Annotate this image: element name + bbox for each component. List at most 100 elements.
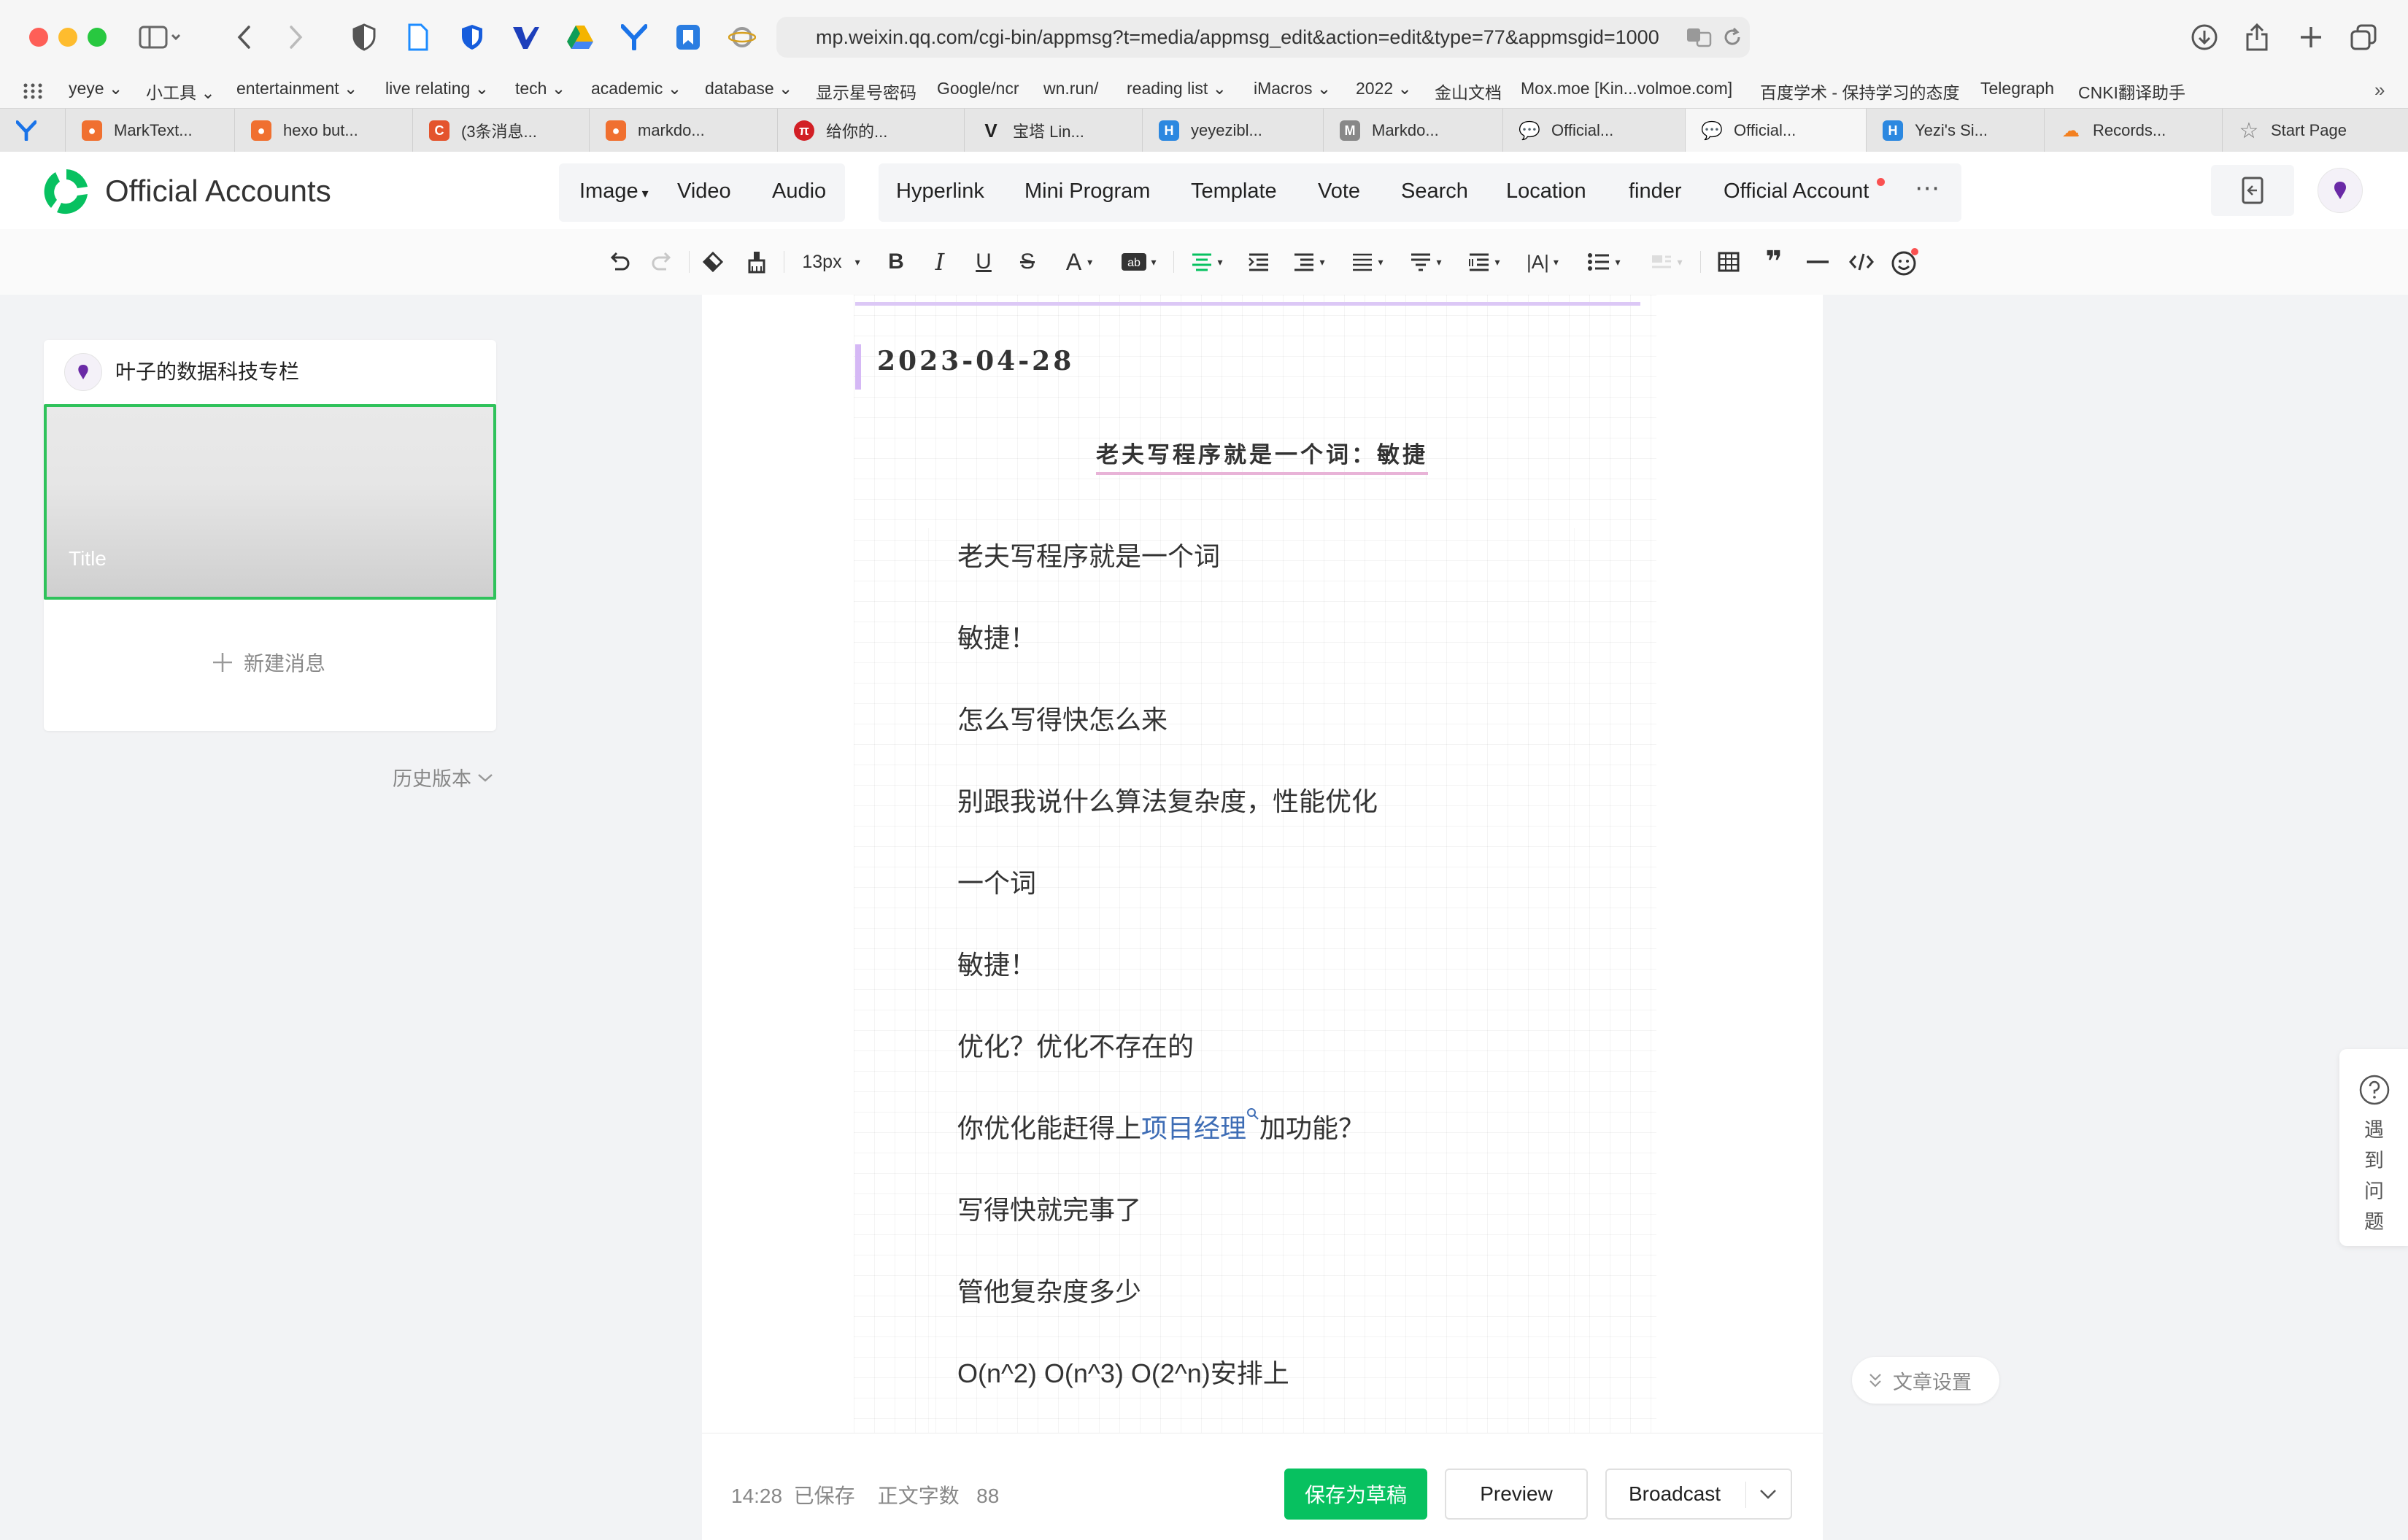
tab-official-1[interactable]: 💬 Official...	[1503, 109, 1686, 152]
switch-view-button[interactable]	[2211, 165, 2294, 216]
tab-hexo[interactable]: ● hexo but...	[235, 109, 413, 152]
bookmark-wn-run[interactable]: wn.run/	[1043, 79, 1098, 98]
bookmark-folder-yeye[interactable]: yeye ⌄	[69, 79, 123, 98]
code-view-icon[interactable]	[1845, 245, 1878, 279]
translate-icon[interactable]	[1686, 27, 1713, 47]
tab-overview-icon[interactable]	[2345, 19, 2382, 55]
broadcast-button[interactable]: Broadcast	[1605, 1469, 1792, 1520]
avatar[interactable]	[2318, 168, 2363, 213]
close-window-button[interactable]	[29, 28, 48, 47]
bitwarden-icon[interactable]	[454, 19, 490, 55]
new-tab-icon[interactable]	[2293, 19, 2329, 55]
content-line[interactable]: 怎么写得快怎么来	[957, 699, 1168, 737]
address-bar-url[interactable]: mp.weixin.qq.com/cgi-bin/appmsg?t=media/…	[816, 26, 1659, 49]
downloads-icon[interactable]	[2186, 19, 2223, 55]
ie-tab-icon[interactable]	[724, 19, 760, 55]
new-message-button[interactable]: 新建消息	[212, 648, 325, 677]
bookmark-folder-entertainment[interactable]: entertainment ⌄	[236, 79, 358, 98]
content-line[interactable]: 老夫写程序就是一个词	[957, 535, 1220, 573]
reload-icon[interactable]	[1722, 27, 1743, 47]
insert-table-icon[interactable]	[1712, 245, 1745, 279]
bookmark-folder-reading-list[interactable]: reading list ⌄	[1127, 79, 1227, 98]
strikethrough-icon[interactable]: S	[1011, 245, 1043, 279]
content-line[interactable]: 别跟我说什么算法复杂度，性能优化	[957, 781, 1378, 819]
forward-icon[interactable]	[277, 19, 314, 55]
bookmark-folder-database[interactable]: database ⌄	[705, 79, 792, 98]
more-bookmarks-icon[interactable]: »	[2374, 79, 2385, 101]
bookmark-folder-live-relating[interactable]: live relating ⌄	[385, 79, 489, 98]
apps-grid-icon[interactable]	[23, 83, 42, 99]
content-line[interactable]: 一个词	[957, 862, 1036, 900]
tab-markdown-2[interactable]: M Markdo...	[1324, 109, 1503, 152]
tab-csdn[interactable]: C (3条消息...	[413, 109, 590, 152]
pinned-tab[interactable]	[0, 109, 66, 152]
underline-icon[interactable]: U	[968, 245, 1000, 279]
tab-start-page[interactable]: ☆ Start Page	[2223, 109, 2408, 152]
bookmark-google-ncr[interactable]: Google/ncr	[937, 79, 1019, 98]
horizontal-rule-icon[interactable]	[1801, 245, 1834, 279]
article-cover-thumbnail[interactable]: Title	[44, 404, 496, 600]
project-manager-link[interactable]: 项目经理	[1141, 1113, 1246, 1143]
preview-button[interactable]: Preview	[1445, 1469, 1588, 1520]
content-line-with-link[interactable]: 你优化能赶得上项目经理 加功能？	[957, 1107, 1365, 1145]
insert-search-button[interactable]: Search	[1401, 179, 1468, 204]
article-heading[interactable]: 老夫写程序就是一个词：敏捷	[1096, 436, 1428, 475]
address-bar[interactable]: mp.weixin.qq.com/cgi-bin/appmsg?t=media/…	[776, 17, 1750, 58]
bookmark-folder-imacros[interactable]: iMacros ⌄	[1254, 79, 1331, 98]
font-size-dropdown[interactable]: 13px ▾	[795, 245, 867, 279]
zoom-window-button[interactable]	[88, 28, 107, 47]
text-width-icon[interactable]: |A| ▾	[1519, 245, 1566, 279]
justify-icon[interactable]: ▾	[1286, 245, 1332, 279]
more-options-icon[interactable]: ⋯	[1915, 174, 1940, 203]
help-widget[interactable]: 遇到问题	[2339, 1049, 2408, 1246]
bookmark-folder-academic[interactable]: academic ⌄	[591, 79, 682, 98]
clear-format-icon[interactable]	[740, 245, 773, 279]
insert-official-account-button[interactable]: Official Account	[1724, 179, 1869, 204]
minimize-window-button[interactable]	[58, 28, 77, 47]
privacy-shield-icon[interactable]	[346, 19, 382, 55]
tab-records[interactable]: ☁ Records...	[2045, 109, 2223, 152]
paragraph-spacing-icon[interactable]: ▾	[1344, 245, 1391, 279]
vimari-icon[interactable]	[508, 19, 544, 55]
sidebar-toggle-icon[interactable]	[137, 19, 184, 55]
italic-icon[interactable]: I	[924, 245, 956, 279]
image-layout-icon[interactable]: ▾	[1643, 245, 1690, 279]
article-editor[interactable]: 2023-04-28 老夫写程序就是一个词：敏捷 老夫写程序就是一个词 敏捷！ …	[702, 295, 1823, 1433]
article-date[interactable]: 2023-04-28	[877, 346, 1074, 376]
bookmark-extension-icon[interactable]	[670, 19, 706, 55]
brand-title[interactable]: Official Accounts	[105, 174, 331, 209]
background-color-icon[interactable]: ab ▾	[1115, 245, 1163, 279]
bookmark-folder-2022[interactable]: 2022 ⌄	[1356, 79, 1412, 98]
tab-yezi-site[interactable]: H Yezi's Si...	[1867, 109, 2045, 152]
indent-icon[interactable]	[1242, 245, 1276, 279]
y-extension-icon[interactable]	[616, 19, 652, 55]
line-height-icon[interactable]: ▾	[1402, 245, 1449, 279]
tab-gift[interactable]: π 给你的...	[778, 109, 965, 152]
history-versions-button[interactable]: 历史版本	[393, 763, 493, 792]
undo-icon[interactable]	[603, 245, 636, 279]
insert-template-button[interactable]: Template	[1191, 179, 1277, 204]
tab-markdown-1[interactable]: ● markdo...	[590, 109, 778, 152]
bold-icon[interactable]: B	[880, 245, 912, 279]
emoji-icon[interactable]	[1888, 245, 1922, 279]
bookmark-kdocs[interactable]: 金山文档	[1435, 79, 1502, 104]
tab-official-active[interactable]: 💬 Official...	[1686, 109, 1867, 152]
content-line[interactable]: 写得快就完事了	[957, 1189, 1141, 1227]
tab-baota[interactable]: V 宝塔 Lin...	[965, 109, 1143, 152]
insert-finder-button[interactable]: finder	[1629, 179, 1682, 204]
chevron-down-icon[interactable]	[1759, 1487, 1778, 1501]
article-settings-button[interactable]: 文章设置	[1852, 1357, 1999, 1404]
content-line[interactable]: 敏捷！	[957, 617, 1036, 655]
save-draft-button[interactable]: 保存为草稿	[1284, 1469, 1427, 1520]
share-icon[interactable]	[2239, 19, 2275, 55]
font-color-icon[interactable]: A ▾	[1055, 245, 1103, 279]
insert-audio-button[interactable]: Audio	[772, 179, 826, 204]
content-line[interactable]: 优化？优化不存在的	[957, 1026, 1194, 1064]
letter-spacing-icon[interactable]: ▾	[1461, 245, 1508, 279]
align-center-icon[interactable]: ▾	[1184, 245, 1230, 279]
drive-extension-icon[interactable]	[562, 19, 598, 55]
tab-marktext[interactable]: ● MarkText...	[66, 109, 235, 152]
insert-vote-button[interactable]: Vote	[1318, 179, 1360, 204]
bookmark-cnki-translate[interactable]: CNKI翻译助手	[2078, 79, 2185, 104]
insert-image-button[interactable]: Image ▾	[579, 179, 649, 204]
